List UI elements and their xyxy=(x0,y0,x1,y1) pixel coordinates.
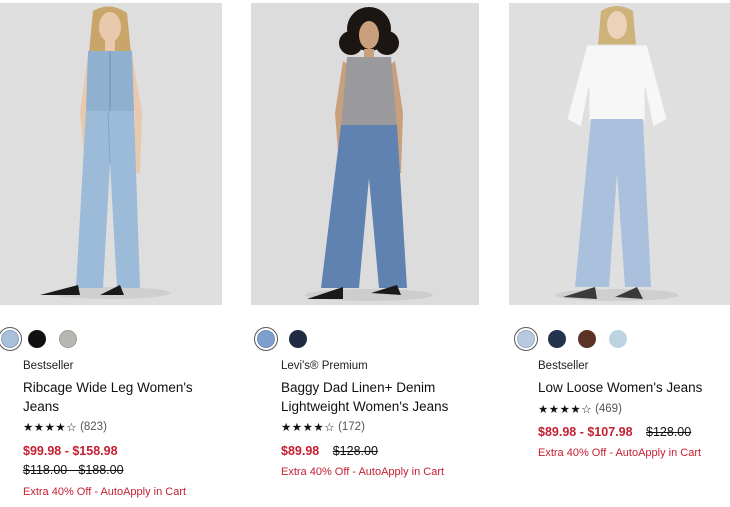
original-price: $128.00 xyxy=(646,425,692,439)
product-rating[interactable]: ★★★★☆ (823) xyxy=(23,420,107,434)
swatch-navy[interactable] xyxy=(548,330,566,348)
product-tag: Levi's® Premium xyxy=(281,360,368,372)
model-photo xyxy=(0,3,222,305)
swatch-light-wash[interactable] xyxy=(514,327,538,351)
original-price: $128.00 xyxy=(332,444,378,458)
product-title[interactable]: Low Loose Women's Jeans xyxy=(538,378,702,397)
product-rating[interactable]: ★★★★☆ (172) xyxy=(281,420,365,434)
price-row: $89.98 $128.00 xyxy=(281,444,378,458)
star-rating-icon: ★★★★☆ xyxy=(538,404,593,416)
review-count: (823) xyxy=(80,421,107,433)
model-photo xyxy=(509,3,730,305)
product-image[interactable] xyxy=(509,3,730,305)
promo-text: Extra 40% Off - AutoApply in Cart xyxy=(23,486,187,498)
price-row: $89.98 - $107.98 $128.00 xyxy=(538,425,691,439)
model-photo xyxy=(251,3,479,305)
swatch-light-denim[interactable] xyxy=(0,327,22,351)
star-rating-icon: ★★★★☆ xyxy=(23,422,78,434)
review-count: (469) xyxy=(595,403,622,415)
swatch-medium-denim[interactable] xyxy=(254,327,278,351)
product-rating[interactable]: ★★★★☆ (469) xyxy=(538,402,622,416)
sale-price: $89.98 xyxy=(281,444,320,458)
product-title[interactable]: Ribcage Wide Leg Women's Jeans xyxy=(23,378,193,416)
swatch-brown[interactable] xyxy=(578,330,596,348)
swatch-pale-blue[interactable] xyxy=(609,330,627,348)
product-title[interactable]: Baggy Dad Linen+ Denim Lightweight Women… xyxy=(281,378,448,416)
original-price: $118.00 - $188.00 xyxy=(23,463,124,477)
swatch-dark-navy[interactable] xyxy=(289,330,307,348)
star-rating-icon: ★★★★☆ xyxy=(281,422,336,434)
product-tag: Bestseller xyxy=(538,360,589,372)
product-tag: Bestseller xyxy=(23,360,74,372)
promo-text: Extra 40% Off - AutoApply in Cart xyxy=(538,447,702,459)
price-row: $99.98 - $158.98 xyxy=(23,444,128,458)
promo-text: Extra 40% Off - AutoApply in Cart xyxy=(281,466,445,478)
product-image[interactable] xyxy=(251,3,479,305)
swatch-grey[interactable] xyxy=(59,330,77,348)
product-image[interactable] xyxy=(0,3,222,305)
sale-price: $89.98 - $107.98 xyxy=(538,425,633,439)
review-count: (172) xyxy=(338,421,365,433)
sale-price: $99.98 - $158.98 xyxy=(23,444,118,458)
swatch-black[interactable] xyxy=(28,330,46,348)
